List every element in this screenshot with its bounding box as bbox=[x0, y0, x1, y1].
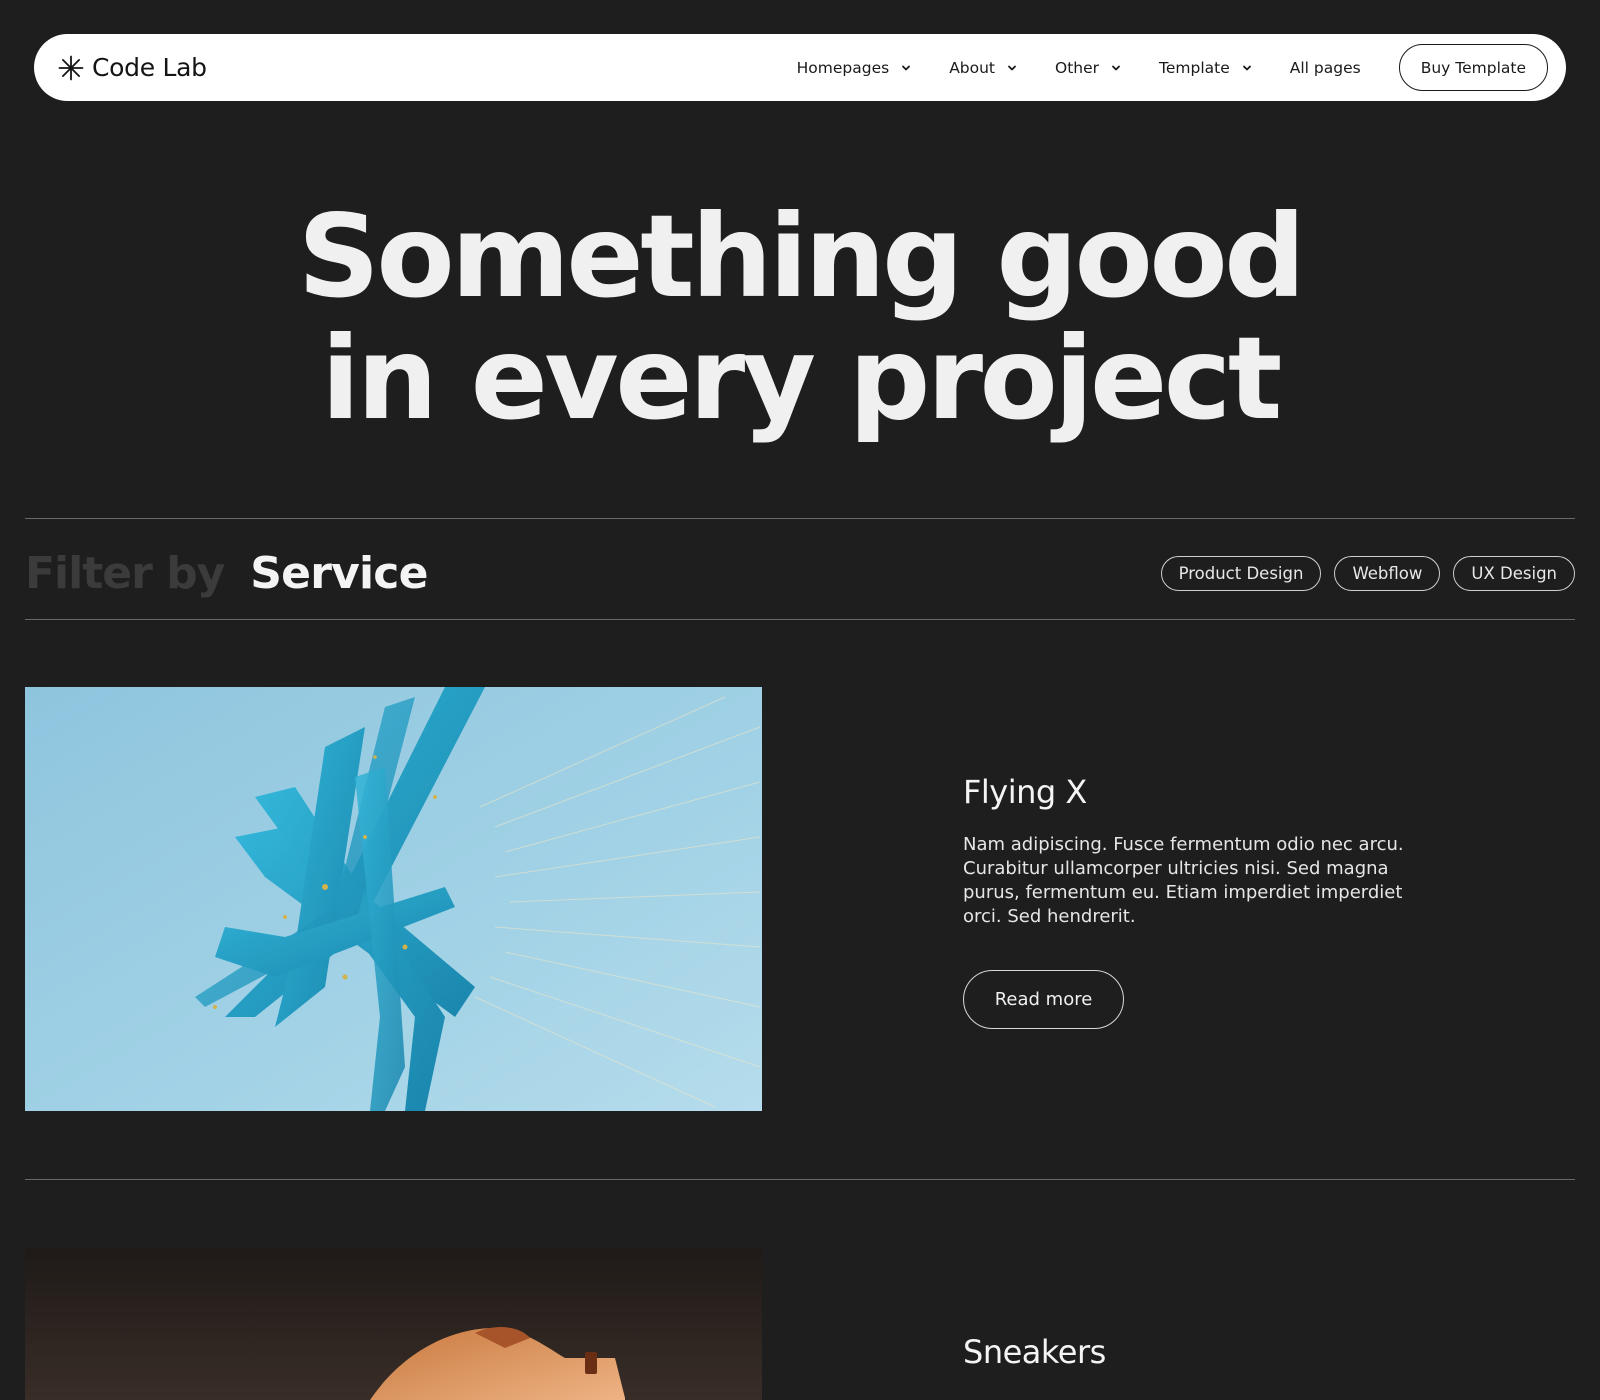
asterisk-icon bbox=[58, 55, 84, 81]
divider bbox=[25, 1179, 1575, 1180]
nav-item-label: About bbox=[949, 58, 996, 77]
brand-name: Code Lab bbox=[92, 53, 207, 82]
project-image-flying-x[interactable] bbox=[25, 687, 762, 1111]
divider bbox=[25, 518, 1575, 519]
read-more-button[interactable]: Read more bbox=[963, 970, 1124, 1029]
nav-links: Homepages About Other Template All pages… bbox=[797, 44, 1548, 91]
filter-label: Filter by bbox=[25, 547, 225, 599]
nav-item-label: Template bbox=[1159, 58, 1230, 77]
nav-item-label: Other bbox=[1055, 58, 1100, 77]
project-title[interactable]: Sneakers bbox=[963, 1333, 1106, 1371]
hero-line-2: in every project bbox=[321, 312, 1282, 445]
chevron-down-icon bbox=[1111, 63, 1121, 73]
orange-sneaker-image bbox=[25, 1248, 762, 1400]
chevron-down-icon bbox=[1242, 63, 1252, 73]
filter-chips: Product Design Webflow UX Design bbox=[1160, 555, 1575, 591]
page: Code Lab Homepages About Other Template … bbox=[0, 0, 1600, 1400]
hero-heading: Something good in every project bbox=[0, 196, 1600, 440]
nav-item-all-pages[interactable]: All pages bbox=[1290, 59, 1361, 77]
chevron-down-icon bbox=[901, 63, 911, 73]
chevron-down-icon bbox=[1007, 63, 1017, 73]
nav-item-homepages[interactable]: Homepages bbox=[797, 59, 912, 77]
nav-item-about[interactable]: About bbox=[949, 59, 1017, 77]
filter-bar: Filter by Service Product Design Webflow… bbox=[25, 540, 1575, 606]
buy-template-button[interactable]: Buy Template bbox=[1398, 44, 1548, 91]
top-navbar: Code Lab Homepages About Other Template … bbox=[34, 34, 1566, 101]
brand-logo[interactable]: Code Lab bbox=[58, 53, 207, 82]
chip-ux-design[interactable]: UX Design bbox=[1453, 555, 1575, 591]
blue-ribbon-sculpture-image bbox=[25, 687, 762, 1111]
project-image-sneakers[interactable] bbox=[25, 1248, 762, 1400]
divider bbox=[25, 619, 1575, 620]
hero-line-1: Something good bbox=[297, 190, 1306, 323]
nav-item-other[interactable]: Other bbox=[1055, 59, 1121, 77]
nav-item-label: All pages bbox=[1289, 58, 1361, 77]
project-description: Nam adipiscing. Fusce fermentum odio nec… bbox=[963, 834, 1404, 927]
project-title[interactable]: Flying X bbox=[963, 773, 1087, 811]
nav-item-template[interactable]: Template bbox=[1159, 59, 1252, 77]
nav-item-label: Homepages bbox=[796, 58, 890, 77]
chip-webflow[interactable]: Webflow bbox=[1334, 555, 1441, 591]
filter-active-value[interactable]: Service bbox=[250, 548, 428, 599]
chip-product-design[interactable]: Product Design bbox=[1160, 555, 1322, 591]
